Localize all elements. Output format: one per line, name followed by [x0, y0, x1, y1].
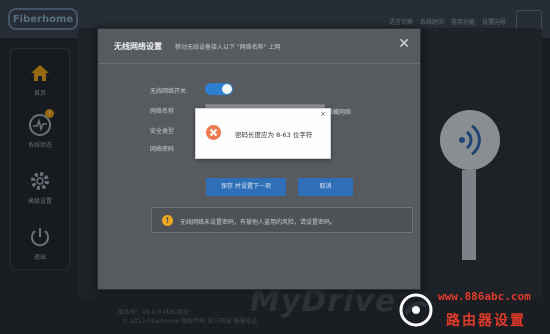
toggle-knob	[222, 84, 232, 94]
password-warning: ! 无线网络未设置密码，有被他人盗用的风险，请设置密码。	[151, 207, 413, 233]
watermark-logo-icon	[399, 293, 433, 327]
ssid-label: 网络名称	[150, 108, 175, 115]
warning-text: 无线网络未设置密码，有被他人盗用的风险，请设置密码。	[180, 219, 337, 226]
alert-close-icon[interactable]: ×	[320, 110, 326, 118]
password-label: 网络密码	[150, 146, 175, 153]
wifi-switch-label: 无线网络开关	[150, 88, 187, 95]
close-icon[interactable]: ✕	[398, 37, 410, 51]
dialog-title: 无线网络设置	[114, 42, 162, 51]
watermark-url: www.886abc.com	[438, 290, 531, 303]
site-watermark: www.886abc.com 路由器设置	[398, 288, 550, 334]
watermark-name: 路由器设置	[446, 313, 526, 329]
wifi-toggle[interactable]	[205, 83, 233, 95]
warning-icon: !	[162, 215, 173, 226]
dialog-header: 无线网络设置 移动无线设备接入以下 "网络名称" 上网 ✕	[98, 29, 420, 64]
save-next-button[interactable]: 保存 并设置下一项	[206, 178, 286, 196]
security-type-label: 安全类型	[150, 128, 175, 135]
dialog-subtitle: 移动无线设备接入以下 "网络名称" 上网	[175, 44, 281, 51]
error-alert-dialog: × 密码长度应为 8-63 位字符	[195, 108, 331, 159]
error-x-icon	[206, 125, 221, 140]
alert-message: 密码长度应为 8-63 位字符	[235, 131, 313, 139]
cancel-button[interactable]: 取消	[298, 178, 353, 196]
wireless-settings-dialog: 无线网络设置 移动无线设备接入以下 "网络名称" 上网 ✕ 无线网络开关 网络名…	[97, 28, 421, 290]
